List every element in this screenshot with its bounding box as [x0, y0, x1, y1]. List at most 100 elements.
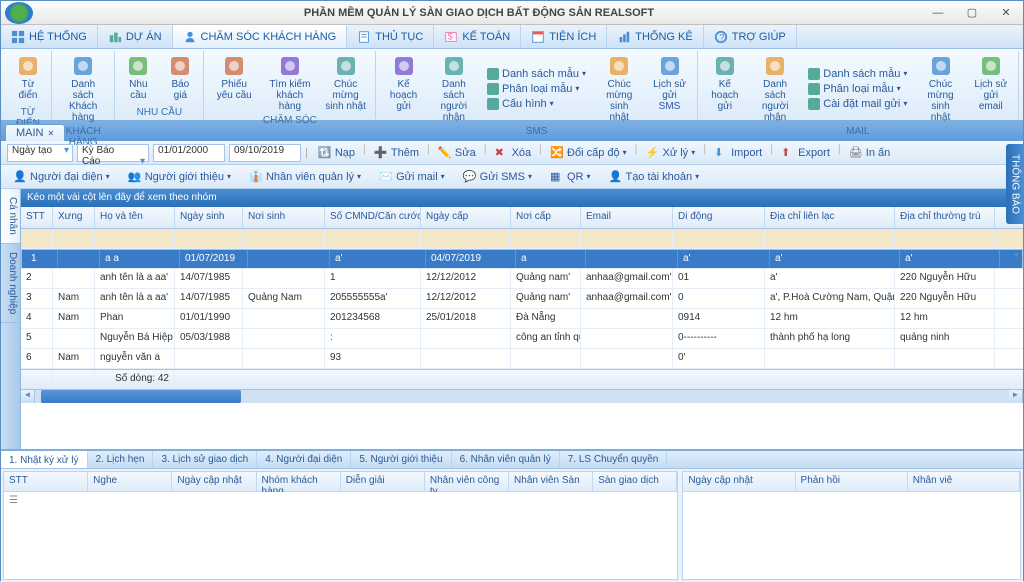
ribbon-btn[interactable]: Kế hoạch gửi [380, 51, 426, 126]
grid-body[interactable]: 1a a01/07/2019a'04/07/2019aa'a'a'2anh tê… [21, 229, 1023, 369]
menu-chăm-sóc-khách-hàng[interactable]: CHĂM SÓC KHÁCH HÀNG [173, 25, 348, 48]
detail-col[interactable]: STT [4, 472, 88, 491]
detail-tab[interactable]: 7. LS Chuyển quyền [560, 451, 668, 468]
menu-tiện-ích[interactable]: TIỆN ÍCH [521, 25, 607, 48]
detail-col[interactable]: Ngày cập nhật [172, 472, 256, 491]
tb2-người-đại-diện[interactable]: 👤Người đại diện▾ [7, 167, 116, 187]
menu-dự-án[interactable]: DỰ ÁN [98, 25, 173, 48]
ribbon-btn[interactable]: Từ điển [9, 51, 47, 107]
tb-import[interactable]: ⬇Import [708, 143, 768, 163]
detail-tab[interactable]: 3. Lịch sử giao dịch [153, 451, 257, 468]
ribbon-btn[interactable]: Tìm kiếm khách hàng [264, 51, 316, 115]
detail-tab[interactable]: 1. Nhật ký xử lý [1, 451, 88, 468]
detail-col[interactable]: Diễn giải [341, 472, 425, 491]
detail-col[interactable]: Nhóm khách hàng [257, 472, 341, 491]
menu-trợ-giúp[interactable]: ?TRỢ GIÚP [704, 25, 797, 48]
ribbon-small-btn[interactable]: Phân loại mẫu▾ [805, 82, 910, 96]
tb2-qr[interactable]: ▦QR▾ [544, 167, 597, 187]
table-row[interactable]: 5Nguyễn Bá Hiệp ...05/03/1988:công an tỉ… [21, 329, 1023, 349]
ribbon-small-btn[interactable]: Cài đặt mail gửi▾ [805, 97, 910, 111]
ribbon-btn[interactable]: Chúc mừng sinh nhật [917, 51, 963, 126]
detail-grid-left[interactable]: ☰ [4, 492, 677, 579]
tb-export[interactable]: ⬆Export [775, 143, 836, 163]
tab-close-icon[interactable]: ✕ [48, 129, 55, 138]
col-header[interactable]: Nơi cấp [511, 207, 581, 228]
table-row[interactable]: 4NamPhan01/01/199020123456825/01/2018Đà … [21, 309, 1023, 329]
tb-đổi-cấp-độ[interactable]: 🔀Đổi cấp độ▾ [544, 143, 633, 163]
ribbon-btn[interactable]: Danh sách người nhận [431, 51, 477, 126]
horizontal-scrollbar[interactable]: ◄ ► [21, 389, 1023, 403]
tb-sửa[interactable]: ✏️Sửa [432, 143, 482, 163]
tb-in-ấn[interactable]: 🖨In ấn [843, 143, 896, 163]
detail-col[interactable]: Ngày cập nhật [683, 472, 795, 491]
ribbon-small-btn[interactable]: Cấu hình▾ [484, 97, 589, 111]
menu-hệ-thống[interactable]: HỆ THỐNG [1, 25, 98, 48]
col-header[interactable]: Di động [673, 207, 765, 228]
sidetab-Cá nhân[interactable]: Cá nhân [1, 189, 20, 244]
tb2-gửi-sms[interactable]: 💬Gửi SMS▾ [457, 167, 538, 187]
report-period-select[interactable]: Kỳ Báo Cáo [77, 144, 149, 162]
filter-row[interactable] [21, 229, 1023, 249]
detail-col[interactable]: Nhân viê [908, 472, 1020, 491]
date-from[interactable]: 01/01/2000 [153, 144, 225, 162]
detail-col[interactable]: Nghe [88, 472, 172, 491]
filter-field-select[interactable]: Ngày tạo [7, 144, 73, 162]
ribbon-small-btn[interactable]: Danh sách mẫu▾ [484, 67, 589, 81]
ribbon-btn[interactable]: Chúc mừng sinh nhật [320, 51, 372, 115]
ribbon-small-btn[interactable]: Danh sách mẫu▾ [805, 67, 910, 81]
filter-icon[interactable]: ☰ [4, 492, 677, 509]
tb2-người-giới-thiệu[interactable]: 👥Người giới thiệu▾ [122, 167, 237, 187]
col-header[interactable]: Email [581, 207, 673, 228]
scroll-left-icon[interactable]: ◄ [21, 390, 35, 403]
notification-tab[interactable]: THÔNG BÁO [1006, 144, 1024, 224]
col-header[interactable]: Xưng [53, 207, 95, 228]
scroll-right-icon[interactable]: ► [1009, 390, 1023, 403]
detail-col[interactable]: Sàn giao dịch [593, 472, 677, 491]
maximize-button[interactable]: ▢ [955, 1, 989, 25]
ribbon-small-btn[interactable]: Phân loại mẫu▾ [484, 82, 589, 96]
tb-xóa[interactable]: ✖Xóa [489, 143, 538, 163]
menu-thống-kê[interactable]: THỐNG KÊ [607, 25, 703, 48]
tb2-tạo-tài-khoản[interactable]: 👤Tạo tài khoản▾ [602, 167, 705, 187]
ribbon-btn[interactable]: Lịch sử gửi email [968, 51, 1014, 126]
ribbon-btn[interactable]: Chúc mừng sinh nhật [596, 51, 642, 126]
tb2-nhân-viên-quản-lý[interactable]: 👔Nhân viên quản lý▾ [243, 167, 367, 187]
ribbon-btn[interactable]: Nhu cầu [119, 51, 157, 107]
tb-nạp[interactable]: 🔃Nạp [312, 143, 361, 163]
tab-main[interactable]: MAIN ✕ [5, 124, 65, 141]
table-row[interactable]: 6Namnguyễn văn a930' [21, 349, 1023, 369]
detail-tab[interactable]: 6. Nhân viên quản lý [452, 451, 560, 468]
detail-col[interactable]: Nhân viên Sàn [509, 472, 593, 491]
detail-col[interactable]: Nhân viên công ty [425, 472, 509, 491]
table-row[interactable]: 3Namanh tên là a aa'14/07/1985Quảng Nam2… [21, 289, 1023, 309]
col-header[interactable]: Họ và tên [95, 207, 175, 228]
col-header[interactable]: Nơi sinh [243, 207, 325, 228]
minimize-button[interactable]: — [921, 1, 955, 25]
col-header[interactable]: STT [21, 207, 53, 228]
ribbon-btn[interactable]: Phiếu yêu cầu [208, 51, 260, 115]
ribbon-btn[interactable]: Danh sách người nhận [752, 51, 798, 126]
group-bar[interactable]: Kéo một vài cột lên đây để xem theo nhóm [21, 189, 1023, 207]
sidetab-Doanh nghiệp[interactable]: Doanh nghiệp [1, 244, 20, 323]
detail-tab[interactable]: 5. Người giới thiệu [351, 451, 451, 468]
ribbon-btn[interactable]: Danh sách Khách hàng [56, 51, 110, 126]
menu-thủ-tục[interactable]: THỦ TỤC [347, 25, 434, 48]
col-header[interactable]: Ngày sinh [175, 207, 243, 228]
detail-tab[interactable]: 4. Người đại diện [257, 451, 351, 468]
table-row[interactable]: 2anh tên là a aa'14/07/1985112/12/2012Qu… [21, 269, 1023, 289]
col-header[interactable]: Số CMND/Căn cước [325, 207, 421, 228]
detail-col[interactable]: Phản hồi [796, 472, 908, 491]
detail-grid-right[interactable] [683, 492, 1020, 579]
tb2-gửi-mail[interactable]: ✉️Gửi mail▾ [373, 167, 451, 187]
ribbon-btn[interactable]: Báo giá [161, 51, 199, 107]
table-row[interactable]: 1a a01/07/2019a'04/07/2019aa'a'a' [21, 249, 1023, 269]
col-header[interactable]: Địa chỉ liên lạc [765, 207, 895, 228]
tb-thêm[interactable]: ➕Thêm [368, 143, 425, 163]
ribbon-btn[interactable]: Kế hoạch gửi [702, 51, 748, 126]
date-to[interactable]: 09/10/2019 [229, 144, 301, 162]
tb-xử-lý[interactable]: ⚡Xử lý▾ [639, 143, 701, 163]
scroll-thumb[interactable] [41, 390, 241, 403]
close-button[interactable]: ✕ [989, 1, 1023, 25]
detail-tab[interactable]: 2. Lịch hẹn [88, 451, 154, 468]
col-header[interactable]: Địa chỉ thường trú [895, 207, 995, 228]
